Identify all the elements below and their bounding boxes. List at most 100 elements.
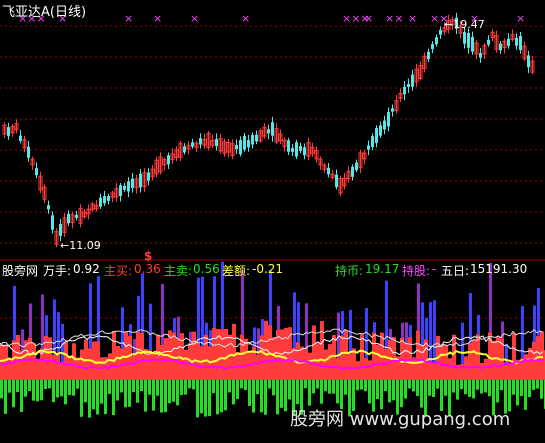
candle-body <box>327 167 330 175</box>
volume-bar-green <box>308 380 311 406</box>
candle-body <box>439 29 442 35</box>
volume-bar-green <box>304 380 307 389</box>
candle-body <box>291 148 294 152</box>
candle-body <box>431 44 434 50</box>
volume-bar-red <box>116 346 120 380</box>
volume-bar-green <box>284 380 287 412</box>
indicator-name: 股旁网 <box>2 264 39 278</box>
volume-bar-green <box>472 380 475 399</box>
volume-bar-red <box>428 361 432 380</box>
volume-bar-red <box>204 334 208 380</box>
candle-body <box>391 108 394 112</box>
volume-bar-red <box>512 333 516 380</box>
top-marker: × <box>153 12 162 25</box>
volume-bar-green <box>368 380 371 404</box>
candle-body <box>235 145 238 150</box>
volume-bar-green <box>112 380 115 416</box>
volume-bar-red <box>372 332 376 380</box>
candle-body <box>403 86 406 95</box>
volume-bar-green <box>464 380 467 395</box>
volume-bar-green <box>244 380 247 391</box>
volume-bar-red <box>412 357 416 380</box>
low-price-label: ←11.09 <box>60 239 101 252</box>
volume-bar-blue <box>97 276 100 342</box>
volume-bar-green <box>68 380 71 396</box>
volume-bar-green <box>272 380 275 396</box>
volume-bar-red <box>476 334 480 380</box>
volume-bar-blue <box>297 302 300 343</box>
volume-bar-green <box>540 380 543 399</box>
candle-body <box>471 36 474 52</box>
volume-bar-red <box>176 338 180 380</box>
volume-bar-green <box>264 380 267 415</box>
volume-bar-green <box>156 380 159 396</box>
volume-bar-green <box>220 380 223 413</box>
candle-body <box>59 223 62 236</box>
volume-bar-blue <box>253 327 256 347</box>
volume-bar-green <box>388 380 391 403</box>
volume-bar-red <box>136 331 140 380</box>
volume-bar-green <box>356 380 359 391</box>
volume-bar-green <box>260 380 263 413</box>
volume-bar-blue <box>213 276 216 329</box>
candle-body <box>463 32 466 44</box>
volume-bar-red <box>312 325 316 380</box>
volume-bar-green <box>180 380 183 396</box>
volume-bar-red <box>480 362 484 380</box>
chibi-label: 持币: <box>335 264 364 278</box>
volume-bar-red <box>484 358 488 380</box>
volume-bar-blue <box>13 286 16 341</box>
volume-bar-green <box>328 380 331 394</box>
candle-body <box>247 140 250 148</box>
volume-bar-red <box>452 334 456 380</box>
candle-body <box>379 125 382 136</box>
volume-bar-green <box>452 380 455 393</box>
volume-bar-red <box>440 344 444 380</box>
volume-bar-red <box>540 331 544 380</box>
volume-bar-green <box>460 380 463 390</box>
candle-body <box>67 213 70 224</box>
chigu-value: - <box>432 262 437 276</box>
volume-bar-blue <box>293 292 296 349</box>
volume-bar-green <box>360 380 363 390</box>
top-marker: × <box>408 12 417 25</box>
volume-bar-blue <box>469 293 472 343</box>
candle-body <box>515 37 518 46</box>
volume-bar-green <box>432 380 435 398</box>
volume-bar-red <box>528 347 532 380</box>
volume-bar-green <box>320 380 323 404</box>
chart-title: 飞亚达A(日线) <box>2 5 87 20</box>
volume-bar-red <box>524 354 528 380</box>
volume-bar-green <box>444 380 447 396</box>
volume-bar-green <box>52 380 55 403</box>
candle-body <box>287 140 290 152</box>
volume-bar-red <box>156 334 160 380</box>
volume-bar-green <box>532 380 535 390</box>
volume-bar-red <box>368 360 372 380</box>
candle-body <box>47 205 50 210</box>
candle-body <box>351 166 354 177</box>
volume-bar-red <box>388 339 392 380</box>
volume-bar-red <box>376 344 380 380</box>
volume-bar-green <box>0 380 3 399</box>
top-marker: × <box>241 12 250 25</box>
volume-bar-red <box>284 327 288 380</box>
diff-label: 差额: <box>222 264 251 278</box>
volume-bar-blue <box>241 270 244 335</box>
volume-bar-green <box>324 380 327 392</box>
volume-bar-red <box>348 353 352 380</box>
candlestick-series <box>2 12 535 248</box>
volume-bar-red <box>416 330 420 380</box>
volume-bar-red <box>140 332 144 380</box>
volume-bar-green <box>312 380 315 394</box>
volume-bar-green <box>268 380 271 389</box>
volume-bar-blue <box>425 317 428 340</box>
volume-bar-green <box>200 380 203 414</box>
volume-bar-red <box>304 349 308 380</box>
volume-bar-green <box>176 380 179 406</box>
volume-bar-green <box>76 380 79 389</box>
candle-body <box>7 127 10 137</box>
volume-bar-red <box>36 358 40 380</box>
volume-bar-red <box>492 340 496 380</box>
volume-bar-green <box>248 380 251 406</box>
